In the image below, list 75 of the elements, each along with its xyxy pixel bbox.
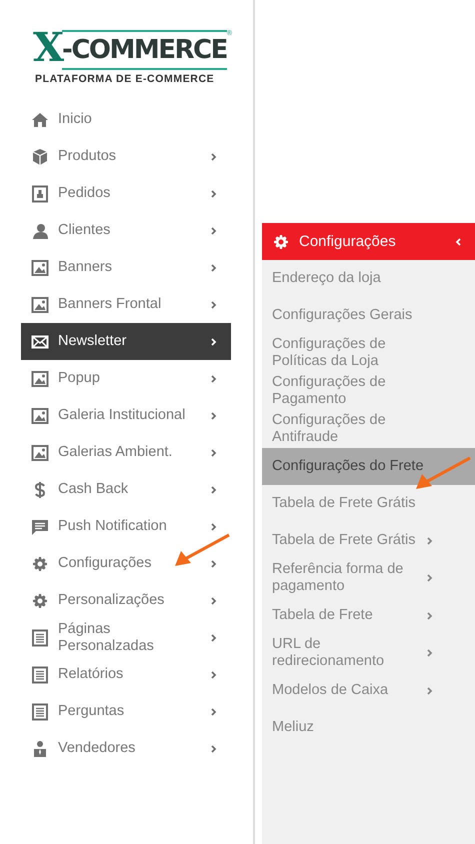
sidebar-item[interactable]: Produtos <box>21 138 231 175</box>
sidebar-item[interactable]: Galerias Ambient. <box>21 434 231 471</box>
settings-icon <box>31 592 49 610</box>
submenu-item[interactable]: URL de redirecionamento <box>262 634 475 672</box>
logo-tagline: PLATAFORMA DE E-COMMERCE <box>35 73 214 85</box>
home-icon <box>31 110 49 128</box>
user-icon <box>31 222 49 240</box>
submenu-item[interactable]: Configurações de Políticas da Loja <box>262 334 475 372</box>
sidebar-item[interactable]: Banners <box>21 249 231 286</box>
logo-wordmark: -COMMERCE <box>62 30 227 70</box>
chevron-icon <box>427 536 433 544</box>
sidebar-item[interactable]: Pedidos <box>21 175 231 212</box>
chevron-icon <box>211 300 217 308</box>
chevron-icon <box>211 190 217 198</box>
chevron-icon <box>211 338 217 346</box>
submenu-item[interactable]: Tabela de Frete <box>262 597 475 634</box>
chevron-icon <box>211 634 217 642</box>
chevron-icon <box>211 486 217 494</box>
submenu-item[interactable]: Endereço da loja <box>262 260 475 297</box>
image-icon <box>31 406 49 424</box>
chevron-icon <box>211 264 217 272</box>
submenu-item[interactable]: Tabela de Frete Grátis <box>262 485 475 522</box>
chevron-icon <box>211 596 217 604</box>
person-icon <box>31 740 49 758</box>
sidebar-item[interactable]: Personalizações <box>21 582 231 619</box>
image-icon <box>31 258 49 276</box>
submenu-item[interactable]: Configurações de Pagamento <box>262 372 475 410</box>
image-icon <box>31 444 49 462</box>
chevron-icon <box>427 612 433 620</box>
sidebar-item[interactable]: Galeria Institucional <box>21 397 231 434</box>
document-icon <box>31 702 49 720</box>
submenu-item[interactable]: Configurações de Antifraude <box>262 410 475 448</box>
chevron-icon <box>211 560 217 568</box>
chevron-icon <box>211 374 217 382</box>
box-icon <box>31 148 49 166</box>
image-icon <box>31 296 49 314</box>
sidebar-item[interactable]: Cash Back <box>21 471 231 508</box>
sidebar-item[interactable]: Banners Frontal <box>21 286 231 323</box>
envelope-icon <box>31 332 49 350</box>
chevron-icon <box>211 670 217 678</box>
logo-mark: X <box>33 30 62 66</box>
settings-icon <box>31 554 49 572</box>
document-icon <box>31 628 49 646</box>
sidebar-item[interactable]: Páginas Personalzadas <box>21 619 231 656</box>
chevron-icon <box>427 649 433 657</box>
chevron-icon <box>211 448 217 456</box>
submenu-item[interactable]: Modelos de Caixa <box>262 672 475 709</box>
chevron-icon <box>211 744 217 752</box>
sidebar-item[interactable]: Clientes <box>21 212 231 249</box>
submenu-item[interactable]: Configurações do Frete <box>262 448 475 485</box>
chevron-icon <box>427 686 433 694</box>
sidebar-item[interactable]: Perguntas <box>21 693 231 730</box>
submenu-item[interactable]: Meliuz <box>262 709 475 746</box>
image-icon <box>31 370 49 388</box>
sidebar-item[interactable]: Newsletter <box>21 323 231 360</box>
chevron-icon <box>211 412 217 420</box>
chevron-icon <box>455 238 461 246</box>
submenu-item[interactable]: Tabela de Frete Grátis <box>262 522 475 559</box>
sidebar-item[interactable]: Inicio <box>21 101 231 138</box>
chevron-icon <box>211 522 217 530</box>
sidebar-item[interactable]: Push Notification <box>21 508 231 545</box>
chevron-icon <box>211 152 217 160</box>
chevron-icon <box>211 226 217 234</box>
chevron-icon <box>211 708 217 716</box>
submenu-item[interactable]: Referência forma de pagamento <box>262 559 475 597</box>
settings-icon <box>272 232 290 250</box>
sidebar-item[interactable]: Popup <box>21 360 231 397</box>
chat-icon <box>31 518 49 536</box>
sidebar-item[interactable]: Vendedores <box>21 730 231 767</box>
document-icon <box>31 666 49 684</box>
clipboard-icon <box>31 184 49 202</box>
chevron-icon <box>427 574 433 582</box>
sidebar-item[interactable]: Relatórios <box>21 656 231 693</box>
submenu-item[interactable]: Configurações Gerais <box>262 297 475 334</box>
submenu-header[interactable]: Configurações <box>262 223 475 260</box>
